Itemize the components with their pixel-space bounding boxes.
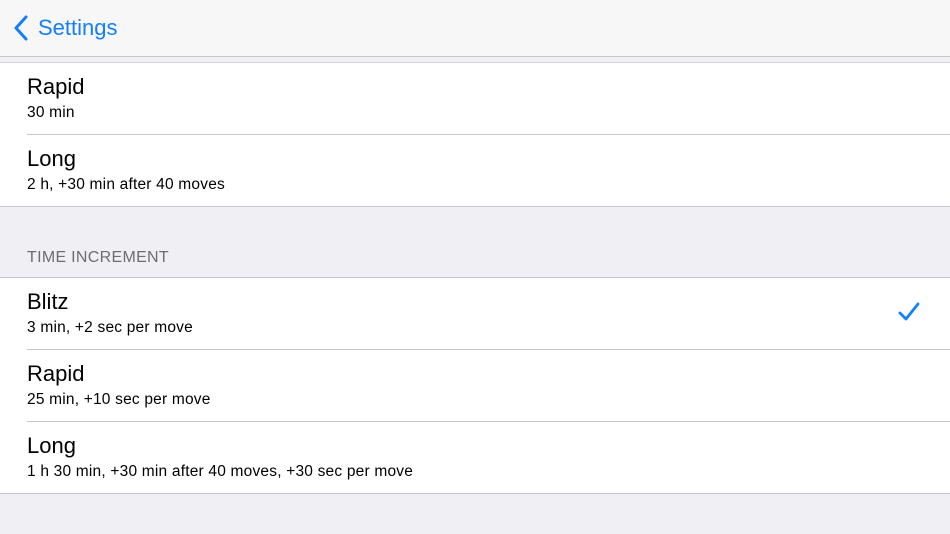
list-item-title: Blitz <box>27 289 69 314</box>
checkmark-icon <box>898 302 920 327</box>
navigation-bar: Settings <box>0 0 950 57</box>
list-item-long[interactable]: Long 2 h, +30 min after 40 moves <box>0 135 950 207</box>
back-button-label: Settings <box>38 15 118 40</box>
list-item-title: Long <box>27 146 76 171</box>
list-item-rapid[interactable]: Rapid 30 min <box>0 63 950 135</box>
list-item-subtitle: 3 min, +2 sec per move <box>27 319 193 336</box>
list-item-title: Long <box>27 433 76 458</box>
list-item-rapid[interactable]: Rapid 25 min, +10 sec per move <box>0 350 950 422</box>
chevron-left-icon <box>14 15 28 41</box>
list-item-subtitle: 2 h, +30 min after 40 moves <box>27 176 225 193</box>
list-item-blitz[interactable]: Blitz 3 min, +2 sec per move <box>0 278 950 350</box>
list-item-title: Rapid <box>27 74 85 99</box>
list-item-subtitle: 25 min, +10 sec per move <box>27 391 211 408</box>
list-item-long[interactable]: Long 1 h 30 min, +30 min after 40 moves,… <box>0 422 950 494</box>
back-button[interactable]: Settings <box>14 12 118 44</box>
list-item-subtitle: 30 min <box>27 104 75 121</box>
time-increment-group: Blitz 3 min, +2 sec per move Rapid 25 mi… <box>0 277 950 494</box>
section-header-time-increment: TIME INCREMENT <box>27 249 169 266</box>
time-control-group: Rapid 30 min Long 2 h, +30 min after 40 … <box>0 62 950 207</box>
list-item-title: Rapid <box>27 361 85 386</box>
list-item-subtitle: 1 h 30 min, +30 min after 40 moves, +30 … <box>27 463 414 480</box>
